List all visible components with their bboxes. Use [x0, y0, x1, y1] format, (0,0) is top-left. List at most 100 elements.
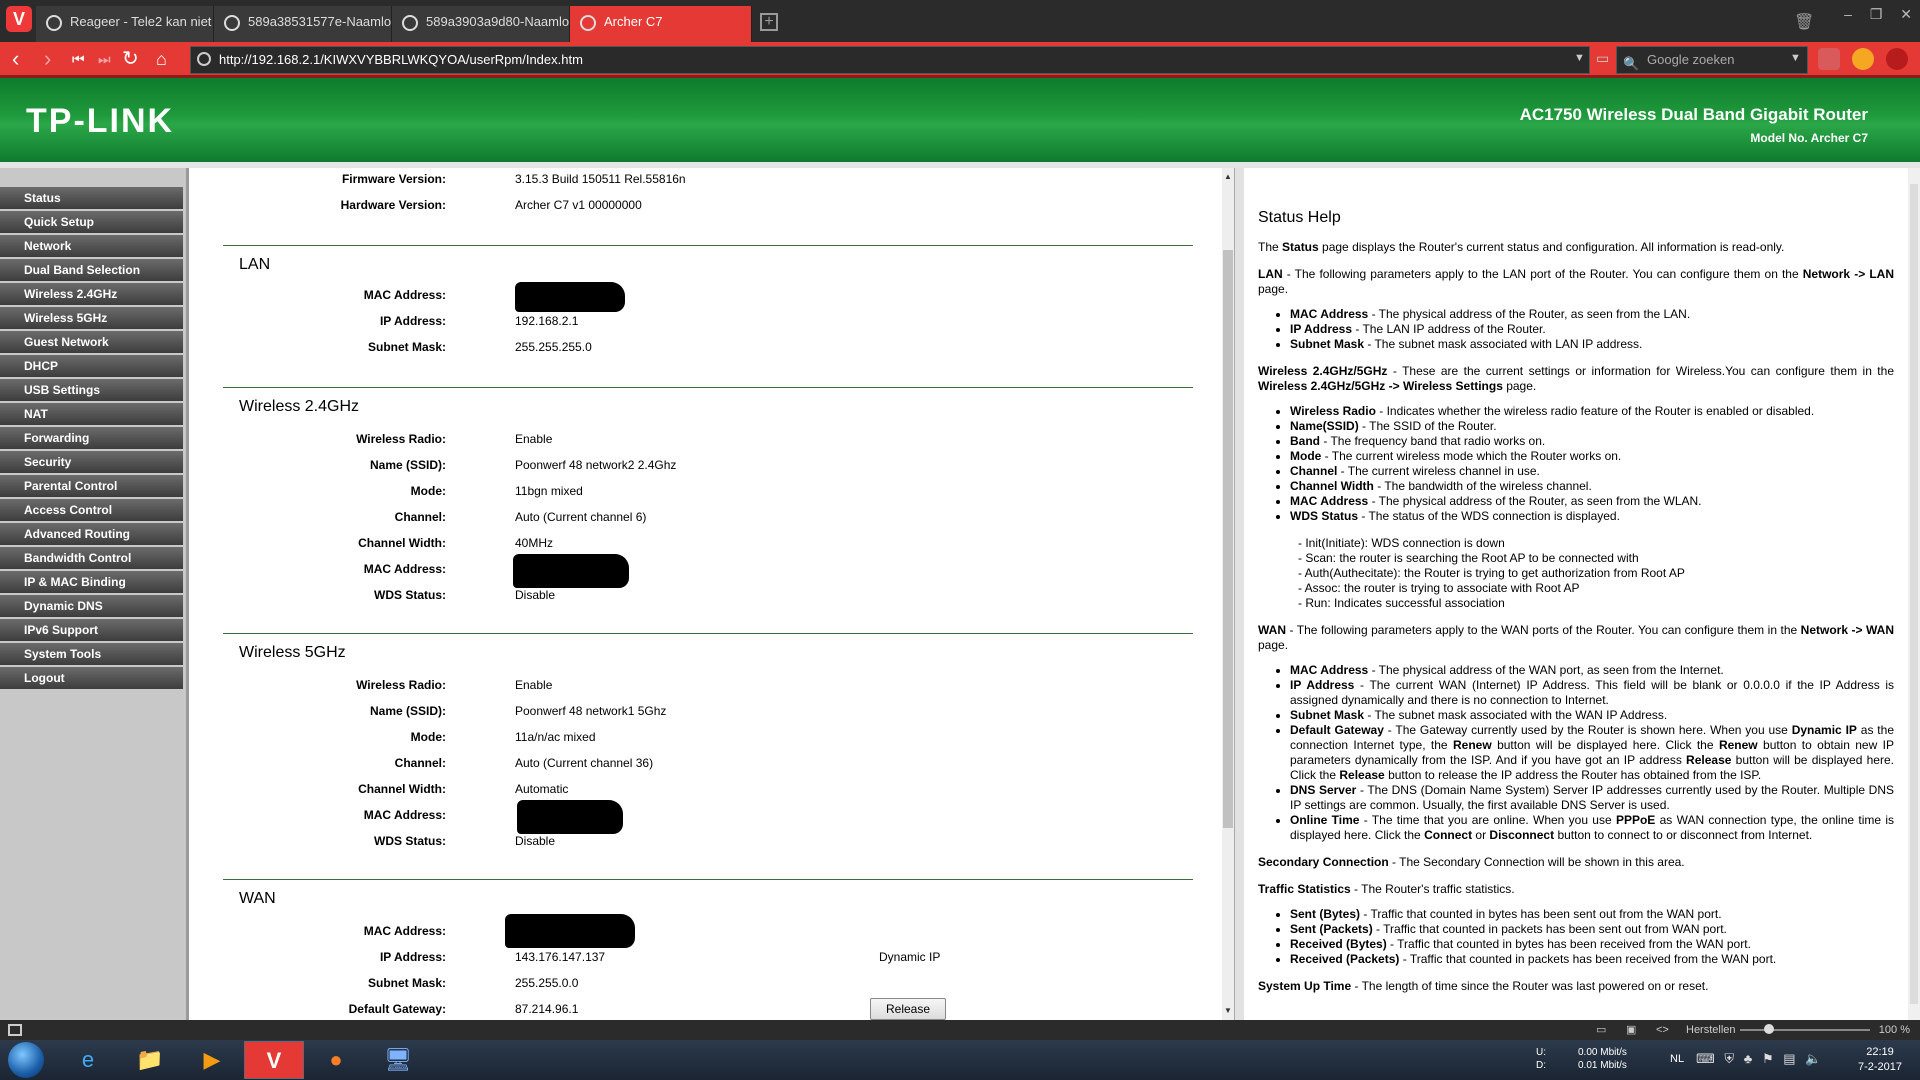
internet-explorer-icon[interactable]: e	[58, 1041, 118, 1079]
code-icon[interactable]: <>	[1656, 1020, 1669, 1040]
start-button[interactable]	[8, 1042, 44, 1078]
firefox-icon[interactable]: ●	[306, 1041, 366, 1079]
menu-item-ip-mac-binding[interactable]: IP & MAC Binding	[0, 571, 183, 593]
search-engine-dropdown-icon[interactable]: ▼	[1790, 52, 1801, 64]
list-item: Mode - The current wireless mode which t…	[1290, 449, 1894, 464]
new-tab-button[interactable]: +	[760, 13, 778, 31]
menu-item-advanced-routing[interactable]: Advanced Routing	[0, 523, 183, 545]
frame-divider	[1234, 168, 1244, 1020]
scroll-up-icon[interactable]: ▲	[1224, 172, 1232, 181]
clock[interactable]: 22:19 7-2-2017	[1848, 1045, 1912, 1075]
menu-item-quick-setup[interactable]: Quick Setup	[0, 211, 183, 233]
address-bar[interactable]: http://192.168.2.1/KIWXVYBBRLWKQYOA/user…	[190, 46, 1590, 74]
tab-1[interactable]: Reageer - Tele2 kan niet ver	[36, 6, 214, 42]
list-item: IP Address - The LAN IP address of the R…	[1290, 322, 1894, 337]
list-item: WDS Status - The status of the WDS conne…	[1290, 509, 1894, 524]
extension-icon[interactable]	[1852, 48, 1874, 70]
menu-item-nat[interactable]: NAT	[0, 403, 183, 425]
list-item: Received (Packets) - Traffic that counte…	[1290, 952, 1894, 967]
menu-item-network[interactable]: Network	[0, 235, 183, 257]
vivaldi-menu-button[interactable]: V	[6, 6, 32, 32]
help-secondary: Secondary Connection - The Secondary Con…	[1258, 855, 1685, 869]
w24-channel-row: Channel: Auto (Current channel 6)	[394, 510, 647, 524]
list-item: Sent (Packets) - Traffic that counted in…	[1290, 922, 1894, 937]
menu-item-wireless-5ghz[interactable]: Wireless 5GHz	[0, 307, 183, 329]
menu-item-system-tools[interactable]: System Tools	[0, 643, 183, 665]
zoom-slider[interactable]	[1740, 1029, 1870, 1031]
home-icon[interactable]: ⌂	[156, 45, 167, 73]
trash-icon[interactable]: 🗑	[1794, 12, 1814, 32]
lan-mac-row: MAC Address: C	[223, 282, 1193, 312]
zoom-slider-handle[interactable]	[1764, 1024, 1774, 1034]
tab-3[interactable]: 589a3903a9d80-Naamloos.p	[392, 6, 570, 42]
w24-wds-row: WDS Status: Disable	[374, 588, 556, 602]
network-tool-icon[interactable]: 🖥	[368, 1041, 428, 1079]
network-speed: 0.00 Mbit/s 0.01 Mbit/s	[1578, 1047, 1627, 1071]
content-scrollbar[interactable]: ▲ ▼	[1222, 168, 1234, 1020]
help-scrollbar[interactable]	[1908, 168, 1920, 1020]
list-item: Subnet Mask - The subnet mask associated…	[1290, 708, 1894, 723]
lan-mask-row: Subnet Mask: 255.255.255.0	[367, 340, 592, 354]
tab-2[interactable]: 589a38531577e-Naamloos1	[214, 6, 392, 42]
menu-item-status[interactable]: Status	[0, 187, 183, 209]
w5-ssid-row: Name (SSID): Poonwerf 48 network1 5Ghz	[369, 704, 667, 718]
menu-item-guest-network[interactable]: Guest Network	[0, 331, 183, 353]
tile-icon[interactable]: ▭	[1596, 1020, 1606, 1040]
tab-archer-c7[interactable]: Archer C7	[570, 6, 752, 42]
bookmark-icon[interactable]: ▭	[1596, 50, 1609, 67]
close-icon[interactable]: ✕	[1900, 6, 1912, 22]
menu-item-dual-band-selection[interactable]: Dual Band Selection	[0, 259, 183, 281]
back-icon[interactable]: ‹	[12, 45, 19, 73]
list-item: Wireless Radio - Indicates whether the w…	[1290, 404, 1894, 419]
help-body: The Status page displays the Router's cu…	[1258, 240, 1894, 1006]
folder-icon[interactable]: 📁	[120, 1041, 180, 1079]
list-item: - Assoc: the router is trying to associa…	[1298, 581, 1580, 595]
scrollbar-thumb[interactable]	[1223, 250, 1233, 828]
app-tray-icon[interactable]: ♣	[1744, 1051, 1753, 1066]
lan-section: LAN MAC Address: C IP Address: 192.168.2…	[223, 245, 1193, 385]
shield-icon[interactable]: ⛨	[1724, 1051, 1734, 1066]
scroll-down-icon[interactable]: ▼	[1224, 1006, 1232, 1015]
search-input[interactable]: 🔍 Google zoeken	[1616, 46, 1808, 74]
network-icon[interactable]: ▤	[1783, 1051, 1795, 1066]
image-icon[interactable]: ▣	[1626, 1020, 1636, 1040]
forward-icon[interactable]: ›	[44, 45, 51, 73]
restore-icon[interactable]: ❐	[1870, 6, 1883, 22]
extension-icon[interactable]	[1818, 48, 1840, 70]
keyboard-icon[interactable]: ⌨	[1696, 1051, 1715, 1066]
ublock-icon[interactable]	[1886, 48, 1908, 70]
reload-icon[interactable]: ↻	[122, 45, 139, 73]
menu-item-wireless-2-4ghz[interactable]: Wireless 2.4GHz	[0, 283, 183, 305]
fast-forward-icon[interactable]: ⏭	[98, 45, 111, 73]
chevron-down-icon[interactable]: ▼	[1574, 52, 1585, 64]
vivaldi-icon[interactable]: V	[244, 1041, 304, 1079]
language-indicator[interactable]: NL	[1670, 1053, 1684, 1065]
volume-icon[interactable]: 🔈	[1805, 1051, 1821, 1066]
menu-item-logout[interactable]: Logout	[0, 667, 183, 689]
menu-item-dynamic-dns[interactable]: Dynamic DNS	[0, 595, 183, 617]
menu-item-ipv6-support[interactable]: IPv6 Support	[0, 619, 183, 641]
flag-icon[interactable]: ⚑	[1762, 1051, 1774, 1066]
minimize-icon[interactable]: –	[1844, 6, 1852, 22]
release-button[interactable]: Release	[870, 998, 946, 1020]
help-traffic-list: Sent (Bytes) - Traffic that counted in b…	[1290, 907, 1894, 967]
menu-item-forwarding[interactable]: Forwarding	[0, 427, 183, 449]
rewind-icon[interactable]: ⏮	[72, 45, 85, 73]
media-player-icon[interactable]: ▶	[182, 1041, 242, 1079]
menu-item-security[interactable]: Security	[0, 451, 183, 473]
menu-item-usb-settings[interactable]: USB Settings	[0, 379, 183, 401]
help-intro: The Status page displays the Router's cu…	[1258, 240, 1785, 254]
site-info-icon[interactable]	[197, 52, 211, 66]
menu-item-dhcp[interactable]: DHCP	[0, 355, 183, 377]
w5-mode-row: Mode: 11a/n/ac mixed	[410, 730, 596, 744]
w24-radio-row: Wireless Radio: Enable	[356, 432, 553, 446]
reset-zoom-button[interactable]: Herstellen	[1686, 1020, 1736, 1040]
menu-item-access-control[interactable]: Access Control	[0, 499, 183, 521]
help-wireless-list: Wireless Radio - Indicates whether the w…	[1290, 404, 1894, 524]
scrollbar-thumb[interactable]	[1910, 184, 1918, 1004]
menu-item-parental-control[interactable]: Parental Control	[0, 475, 183, 497]
lan-ip-row: IP Address: 192.168.2.1	[379, 314, 579, 328]
help-panel: Status Help The Status page displays the…	[1244, 168, 1920, 1020]
menu-item-bandwidth-control[interactable]: Bandwidth Control	[0, 547, 183, 569]
panel-toggle-icon[interactable]	[8, 1024, 22, 1036]
